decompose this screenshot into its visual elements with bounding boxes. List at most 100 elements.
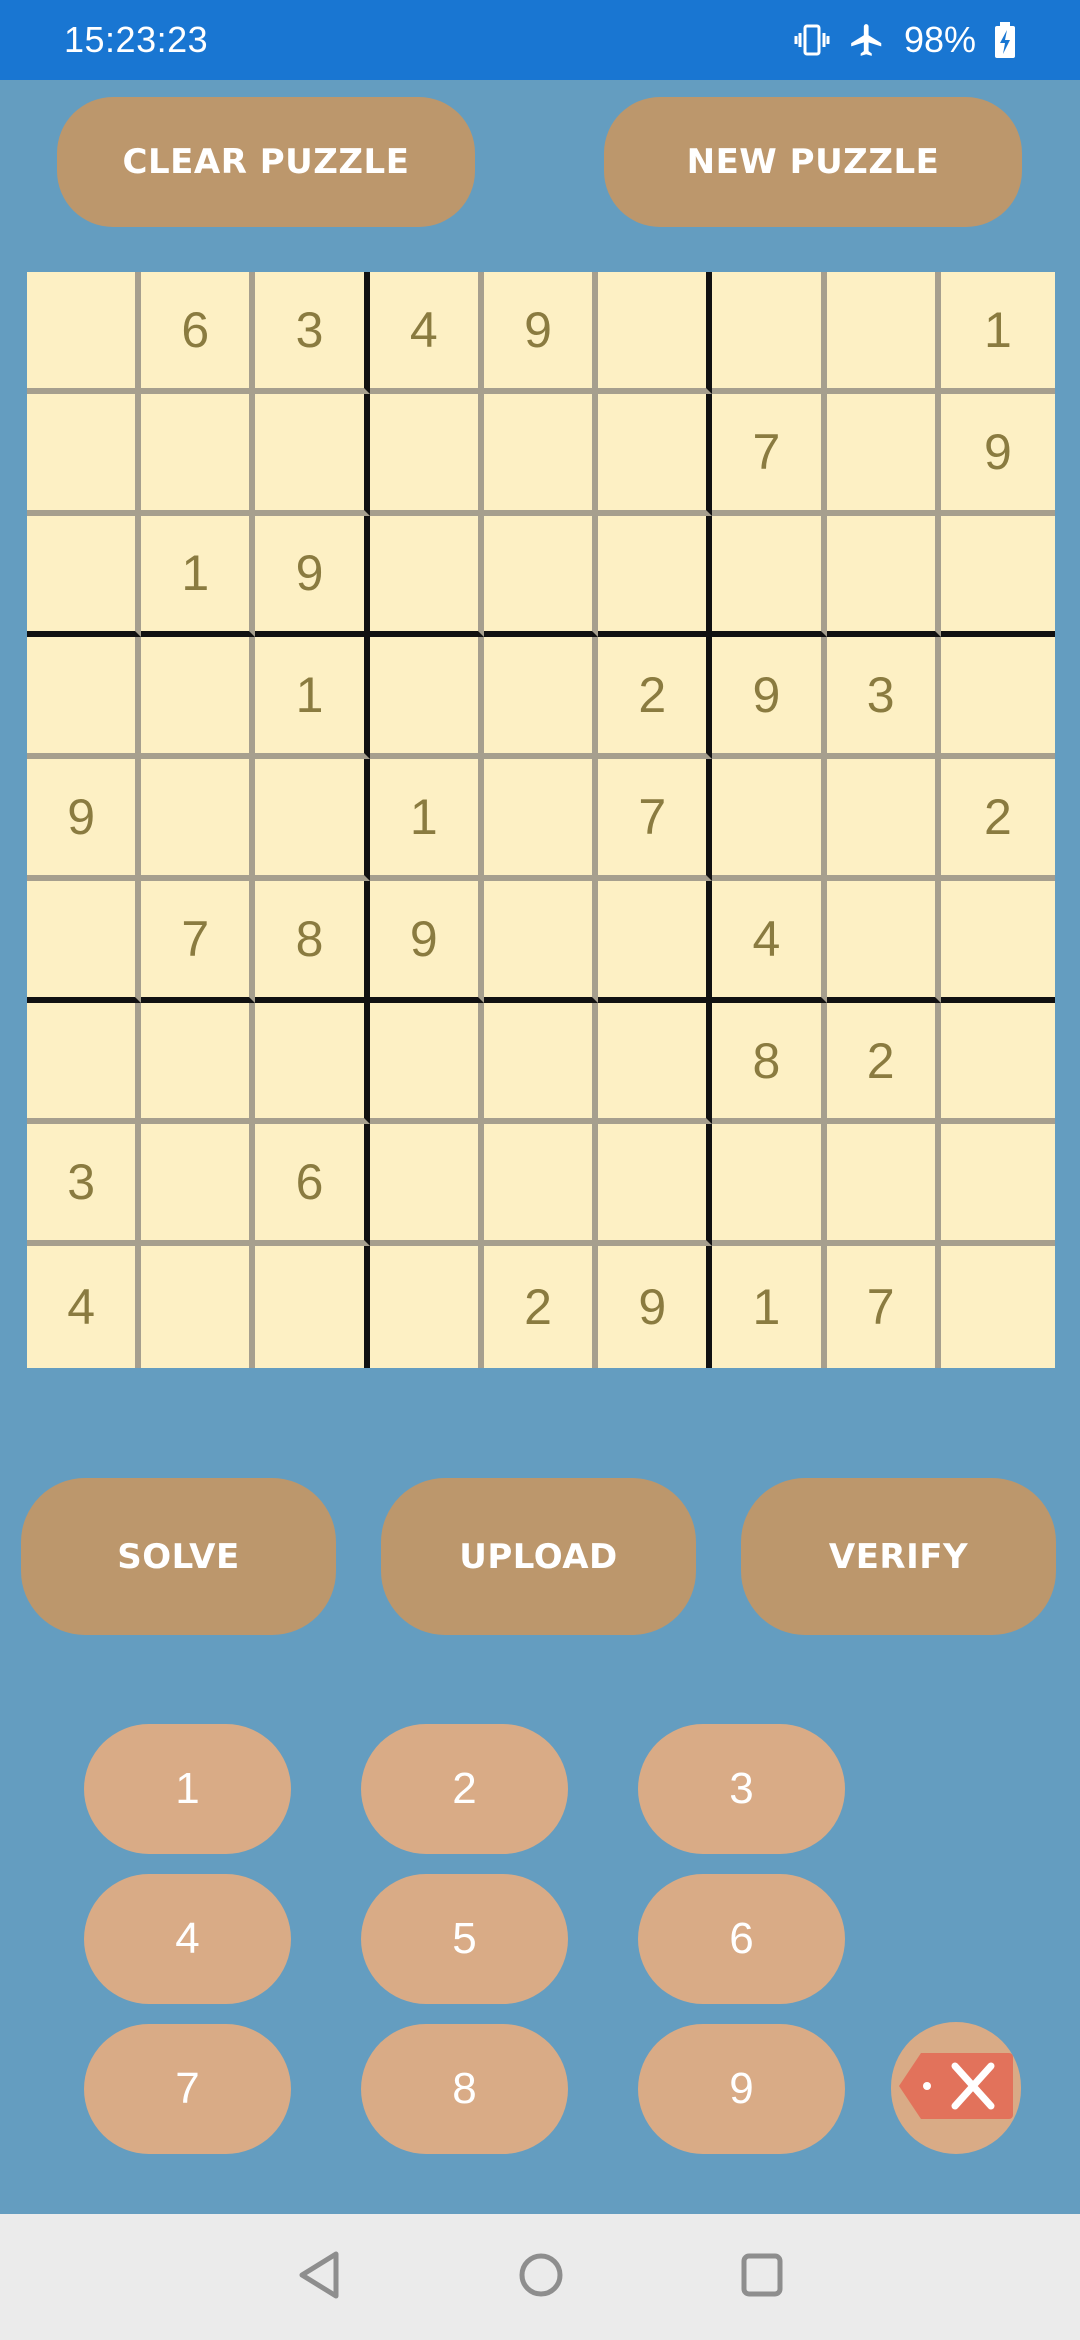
sudoku-cell-r2-c1[interactable] — [27, 393, 142, 516]
sudoku-cell-r9-c9[interactable] — [940, 1246, 1055, 1368]
sudoku-cell-r3-c5[interactable] — [483, 515, 599, 638]
sudoku-cell-r5-c8[interactable] — [826, 759, 941, 881]
sudoku-cell-r2-c5[interactable] — [483, 393, 599, 516]
sudoku-cell-r2-c9[interactable]: 9 — [940, 393, 1055, 516]
sudoku-cell-r7-c4[interactable] — [369, 1002, 484, 1125]
sudoku-cell-r1-c5[interactable]: 9 — [483, 272, 599, 394]
sudoku-cell-r8-c8[interactable] — [826, 1124, 941, 1247]
sudoku-cell-r5-c5[interactable] — [483, 759, 599, 881]
sudoku-cell-r6-c2[interactable]: 7 — [141, 880, 256, 1003]
key-9-button[interactable]: 9 — [638, 2024, 845, 2154]
sudoku-cell-r1-c6[interactable] — [598, 272, 713, 394]
sudoku-cell-r1-c2[interactable]: 6 — [141, 272, 256, 394]
sudoku-cell-r7-c8[interactable]: 2 — [826, 1002, 941, 1125]
sudoku-cell-r9-c4[interactable] — [369, 1246, 484, 1368]
sudoku-cell-r8-c1[interactable]: 3 — [27, 1124, 142, 1247]
sudoku-cell-r7-c7[interactable]: 8 — [712, 1002, 827, 1125]
sudoku-cell-r2-c6[interactable] — [598, 393, 713, 516]
sudoku-cell-r6-c1[interactable] — [27, 880, 142, 1003]
sudoku-cell-r1-c9[interactable]: 1 — [940, 272, 1055, 394]
sudoku-cell-r5-c2[interactable] — [141, 759, 256, 881]
sudoku-cell-r2-c3[interactable] — [255, 393, 370, 516]
solve-button[interactable]: SOLVE — [21, 1478, 336, 1635]
sudoku-cell-r8-c4[interactable] — [369, 1124, 484, 1247]
sudoku-cell-r5-c4[interactable]: 1 — [369, 759, 484, 881]
sudoku-cell-r4-c7[interactable]: 9 — [712, 637, 827, 760]
sudoku-cell-r4-c2[interactable] — [141, 637, 256, 760]
sudoku-cell-r9-c5[interactable]: 2 — [483, 1246, 599, 1368]
status-icons: 98% — [794, 19, 1016, 61]
sudoku-cell-r3-c9[interactable] — [940, 515, 1055, 638]
sudoku-cell-r6-c8[interactable] — [826, 880, 941, 1003]
sudoku-cell-r9-c3[interactable] — [255, 1246, 370, 1368]
sudoku-cell-r3-c1[interactable] — [27, 515, 142, 638]
key-5-button[interactable]: 5 — [361, 1874, 568, 2004]
sudoku-cell-r3-c4[interactable] — [369, 515, 484, 638]
sudoku-cell-r1-c4[interactable]: 4 — [369, 272, 484, 394]
sudoku-cell-r8-c9[interactable] — [940, 1124, 1055, 1247]
sudoku-cell-r7-c1[interactable] — [27, 1002, 142, 1125]
sudoku-cell-r8-c6[interactable] — [598, 1124, 713, 1247]
upload-button[interactable]: UPLOAD — [381, 1478, 696, 1635]
sudoku-cell-r1-c3[interactable]: 3 — [255, 272, 370, 394]
sudoku-cell-r6-c4[interactable]: 9 — [369, 880, 484, 1003]
key-3-button[interactable]: 3 — [638, 1724, 845, 1854]
sudoku-cell-r1-c7[interactable] — [712, 272, 827, 394]
sudoku-cell-r5-c9[interactable]: 2 — [940, 759, 1055, 881]
sudoku-cell-r1-c8[interactable] — [826, 272, 941, 394]
sudoku-cell-r3-c3[interactable]: 9 — [255, 515, 370, 638]
key-8-button[interactable]: 8 — [361, 2024, 568, 2154]
clear-puzzle-button[interactable]: CLEAR PUZZLE — [57, 97, 475, 227]
sudoku-cell-r7-c3[interactable] — [255, 1002, 370, 1125]
sudoku-cell-r2-c7[interactable]: 7 — [712, 393, 827, 516]
sudoku-cell-r4-c1[interactable] — [27, 637, 142, 760]
sudoku-cell-r9-c2[interactable] — [141, 1246, 256, 1368]
home-icon[interactable] — [516, 2248, 566, 2307]
sudoku-cell-r3-c2[interactable]: 1 — [141, 515, 256, 638]
sudoku-cell-r9-c8[interactable]: 7 — [826, 1246, 941, 1368]
backspace-button[interactable] — [891, 2022, 1021, 2154]
sudoku-cell-r8-c5[interactable] — [483, 1124, 599, 1247]
recents-icon[interactable] — [738, 2248, 786, 2307]
verify-button[interactable]: VERIFY — [741, 1478, 1056, 1635]
sudoku-cell-r8-c7[interactable] — [712, 1124, 827, 1247]
sudoku-cell-r3-c8[interactable] — [826, 515, 941, 638]
new-puzzle-button[interactable]: NEW PUZZLE — [604, 97, 1022, 227]
sudoku-cell-r7-c2[interactable] — [141, 1002, 256, 1125]
sudoku-cell-r6-c6[interactable] — [598, 880, 713, 1003]
sudoku-cell-r4-c9[interactable] — [940, 637, 1055, 760]
sudoku-cell-r7-c6[interactable] — [598, 1002, 713, 1125]
sudoku-cell-r5-c3[interactable] — [255, 759, 370, 881]
sudoku-cell-r5-c1[interactable]: 9 — [27, 759, 142, 881]
sudoku-cell-r4-c8[interactable]: 3 — [826, 637, 941, 760]
sudoku-cell-r2-c2[interactable] — [141, 393, 256, 516]
sudoku-cell-r5-c6[interactable]: 7 — [598, 759, 713, 881]
sudoku-cell-r5-c7[interactable] — [712, 759, 827, 881]
sudoku-cell-r8-c2[interactable] — [141, 1124, 256, 1247]
key-2-button[interactable]: 2 — [361, 1724, 568, 1854]
sudoku-cell-r9-c6[interactable]: 9 — [598, 1246, 713, 1368]
sudoku-cell-r7-c9[interactable] — [940, 1002, 1055, 1125]
key-6-button[interactable]: 6 — [638, 1874, 845, 2004]
key-1-button[interactable]: 1 — [84, 1724, 291, 1854]
sudoku-cell-r6-c5[interactable] — [483, 880, 599, 1003]
sudoku-cell-r9-c1[interactable]: 4 — [27, 1246, 142, 1368]
sudoku-cell-r6-c9[interactable] — [940, 880, 1055, 1003]
sudoku-cell-r6-c3[interactable]: 8 — [255, 880, 370, 1003]
sudoku-cell-r3-c6[interactable] — [598, 515, 713, 638]
sudoku-cell-r4-c6[interactable]: 2 — [598, 637, 713, 760]
sudoku-cell-r2-c8[interactable] — [826, 393, 941, 516]
sudoku-cell-r9-c7[interactable]: 1 — [712, 1246, 827, 1368]
sudoku-cell-r4-c3[interactable]: 1 — [255, 637, 370, 760]
back-icon[interactable] — [296, 2248, 342, 2307]
sudoku-cell-r1-c1[interactable] — [27, 272, 142, 394]
sudoku-cell-r4-c5[interactable] — [483, 637, 599, 760]
key-7-button[interactable]: 7 — [84, 2024, 291, 2154]
sudoku-cell-r4-c4[interactable] — [369, 637, 484, 760]
sudoku-cell-r3-c7[interactable] — [712, 515, 827, 638]
sudoku-cell-r7-c5[interactable] — [483, 1002, 599, 1125]
sudoku-cell-r6-c7[interactable]: 4 — [712, 880, 827, 1003]
key-4-button[interactable]: 4 — [84, 1874, 291, 2004]
sudoku-cell-r8-c3[interactable]: 6 — [255, 1124, 370, 1247]
sudoku-cell-r2-c4[interactable] — [369, 393, 484, 516]
